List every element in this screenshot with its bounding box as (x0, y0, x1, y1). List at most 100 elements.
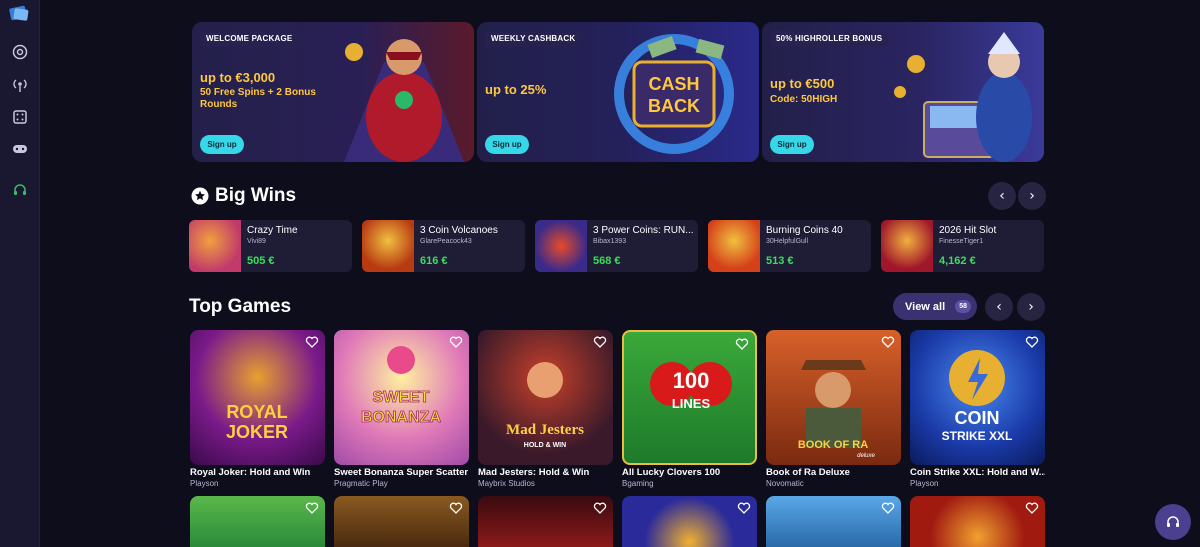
heart-icon[interactable] (1025, 335, 1039, 349)
promo-tag: 50% HIGHROLLER BONUS (770, 31, 889, 47)
game-name: Coin Strike XXL: Hold and W... (910, 467, 1045, 478)
win-game-name: Burning Coins 40 (766, 225, 843, 236)
heart-icon[interactable] (449, 335, 463, 349)
cashback-art-text: CASH (648, 74, 699, 94)
game-thumbnail (535, 220, 587, 272)
big-win-item[interactable]: 3 Coin Volcanoes GlarePeacock43 616 € (362, 220, 525, 272)
heart-icon[interactable] (593, 335, 607, 349)
cashback-illustration: CASH BACK (614, 34, 734, 154)
view-all-label: View all (905, 300, 946, 313)
svg-text:JOKER: JOKER (226, 422, 288, 442)
game-thumbnail (189, 220, 241, 272)
promo-tag: WELCOME PACKAGE (200, 31, 299, 47)
win-amount: 4,162 € (939, 255, 976, 267)
promo-title: up to €3,000 (200, 70, 276, 85)
big-wins-prev-button[interactable]: ‹ (988, 182, 1016, 210)
top-games-prev-button[interactable]: ‹ (985, 293, 1013, 321)
game-art: 100 LINES (650, 362, 732, 411)
win-username: 30HelpfulGull (766, 238, 809, 245)
game-name: Sweet Bonanza Super Scatter (334, 467, 469, 478)
game-art: ROYAL JOKER (226, 402, 288, 442)
big-win-item[interactable]: Crazy Time Vivi89 505 € (189, 220, 352, 272)
promo-tag: WEEKLY CASHBACK (485, 31, 582, 47)
big-win-item[interactable]: 3 Power Coins: RUN... Bibax1393 568 € (535, 220, 698, 272)
game-name: Mad Jesters: Hold & Win (478, 467, 590, 478)
top-games-title: Top Games (189, 296, 292, 317)
promo-title: up to 25% (485, 82, 547, 97)
heart-icon[interactable] (449, 501, 463, 515)
game-card[interactable] (766, 496, 901, 547)
game-provider: Playson (190, 479, 219, 488)
game-card[interactable] (334, 496, 469, 547)
game-art: COIN STRIKE XXL (942, 350, 1013, 443)
big-win-item[interactable]: Burning Coins 40 30HelpfulGull 513 € (708, 220, 871, 272)
support-chat-button[interactable] (1155, 504, 1191, 540)
win-username: FinesseTiger1 (939, 238, 984, 245)
game-name: Royal Joker: Hold and Win (190, 467, 311, 478)
games-count-badge: 58 (955, 300, 971, 313)
star-badge-icon (191, 187, 209, 205)
win-amount: 616 € (420, 255, 448, 267)
live-broadcast-icon[interactable] (11, 76, 29, 94)
casino-logo-icon[interactable] (8, 4, 32, 24)
headset-icon[interactable] (11, 181, 29, 199)
heart-icon[interactable] (881, 335, 895, 349)
view-all-button[interactable]: View all 58 (893, 293, 977, 320)
game-card[interactable] (190, 496, 325, 547)
signup-button[interactable]: Sign up (770, 135, 814, 154)
game-thumbnail: ROYAL JOKER (190, 330, 325, 465)
heart-icon[interactable] (1025, 501, 1039, 515)
game-card[interactable] (478, 496, 613, 547)
signup-button[interactable]: Sign up (485, 135, 529, 154)
svg-text:ROYAL: ROYAL (226, 402, 287, 422)
big-win-item[interactable]: 2026 Hit Slot FinesseTiger1 4,162 € (881, 220, 1044, 272)
game-art: SWEET BONANZA (361, 346, 442, 426)
game-provider: Pragmatic Play (334, 479, 388, 488)
heart-icon[interactable] (881, 501, 895, 515)
win-username: Vivi89 (247, 238, 266, 245)
superhero-illustration (344, 39, 464, 162)
game-provider: Playson (910, 479, 939, 488)
dice-icon[interactable] (11, 108, 29, 126)
game-art: Mad Jesters HOLD & WIN (506, 362, 584, 449)
heart-icon[interactable] (305, 335, 319, 349)
top-games-next-button[interactable]: › (1017, 293, 1045, 321)
game-thumbnail: 100 LINES (622, 330, 757, 465)
main-content: WELCOME PACKAGE up to €3,000 50 Free Spi… (40, 0, 1200, 547)
game-thumbnail (881, 220, 933, 272)
game-thumbnail: SWEET BONANZA (334, 330, 469, 465)
game-provider: Novomatic (766, 479, 804, 488)
game-provider: Bgaming (622, 479, 654, 488)
gamepad-icon[interactable] (11, 140, 29, 158)
game-provider: Maybrix Studios (478, 479, 535, 488)
win-game-name: 3 Power Coins: RUN... (593, 225, 694, 236)
svg-text:STRIKE XXL: STRIKE XXL (942, 429, 1013, 443)
chip-icon[interactable] (11, 43, 29, 61)
game-thumbnail: COIN STRIKE XXL (910, 330, 1045, 465)
win-game-name: 2026 Hit Slot (939, 225, 997, 236)
win-game-name: Crazy Time (247, 225, 298, 236)
heart-icon[interactable] (305, 501, 319, 515)
win-amount: 505 € (247, 255, 275, 267)
svg-text:Mad Jesters: Mad Jesters (506, 422, 584, 438)
headset-icon (1167, 516, 1179, 527)
game-name: Book of Ra Deluxe (766, 467, 850, 478)
svg-text:COIN: COIN (955, 408, 1000, 428)
game-thumbnail (362, 220, 414, 272)
win-amount: 513 € (766, 255, 794, 267)
game-thumbnail: Mad Jesters HOLD & WIN (478, 330, 613, 465)
big-wins-next-button[interactable]: › (1018, 182, 1046, 210)
big-wins-title: Big Wins (215, 185, 297, 206)
game-thumbnail: BOOK OF RA deluxe (766, 330, 901, 465)
promo-weekly-cashback[interactable]: CASH BACK WEEKLY CASHBACK up to 25% Sign… (477, 22, 759, 162)
svg-text:HOLD & WIN: HOLD & WIN (524, 442, 566, 449)
heart-icon[interactable] (593, 501, 607, 515)
promo-highroller-bonus[interactable]: 50% HIGHROLLER BONUS up to €500 Code: 50… (762, 22, 1044, 162)
signup-button[interactable]: Sign up (200, 135, 244, 154)
game-card[interactable] (910, 496, 1045, 547)
game-name: All Lucky Clovers 100 (622, 467, 721, 478)
heart-icon[interactable] (735, 337, 749, 351)
game-card[interactable] (622, 496, 757, 547)
heart-icon[interactable] (737, 501, 751, 515)
promo-welcome-package[interactable]: WELCOME PACKAGE up to €3,000 50 Free Spi… (192, 22, 474, 162)
